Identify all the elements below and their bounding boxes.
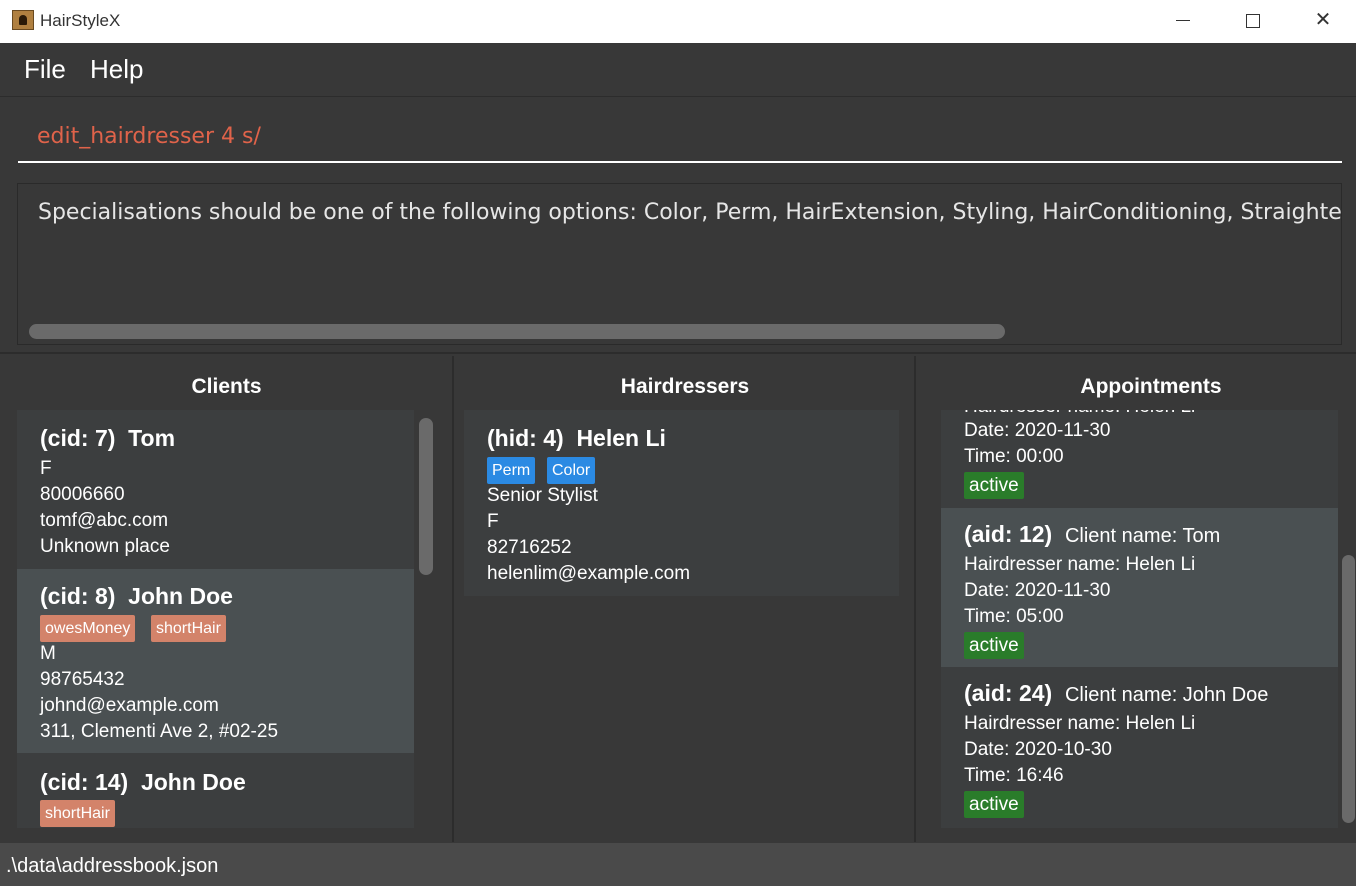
appointment-hairdresser: Hairdresser name: Helen Li: [964, 713, 1196, 734]
client-phone: 98765432: [40, 669, 125, 690]
result-horizontal-scrollbar[interactable]: [29, 324, 1005, 339]
appointment-card-selected[interactable]: (aid: 12) Client name: Tom Hairdresser n…: [941, 508, 1338, 667]
client-name: Tom: [128, 425, 176, 451]
menu-file[interactable]: File: [24, 54, 66, 85]
client-tag: owesMoney: [40, 615, 136, 642]
close-icon: ✕: [1314, 9, 1332, 31]
divider: [0, 352, 1360, 354]
client-name: John Doe: [128, 583, 233, 609]
command-input[interactable]: [18, 111, 1342, 163]
app-icon: [12, 10, 34, 30]
menu-bar: File Help: [0, 43, 1360, 97]
hairdresser-id: (hid: 4): [487, 425, 564, 451]
status-bar: .\data\addressbook.json: [0, 843, 1360, 886]
client-address: 311, Clementi Ave 2, #02-25: [40, 721, 279, 742]
window-title: HairStyleX: [40, 11, 121, 30]
appointment-client: Client name: John Doe: [1064, 684, 1269, 706]
clients-panel-title: Clients: [191, 375, 262, 398]
appointment-id: (aid: 12): [964, 521, 1053, 547]
client-header: (cid: 7) Tom: [40, 425, 175, 452]
result-display[interactable]: Specialisations should be one of the fol…: [17, 183, 1342, 345]
specialisation-tag: Color: [547, 457, 596, 484]
client-card[interactable]: (cid: 7) Tom F 80006660 tomf@abc.com Unk…: [17, 410, 414, 569]
client-gender: F: [40, 458, 52, 479]
appointment-hairdresser: Hairdresser name: Helen Li: [964, 410, 1195, 418]
client-email: johnd@example.com: [40, 695, 219, 716]
save-location: .\data\addressbook.json: [6, 855, 219, 877]
appointment-time: Time: 05:00: [964, 606, 1064, 627]
hairdresser-name: Helen Li: [576, 425, 666, 451]
appointment-header: (aid: 12) Client name: Tom: [964, 521, 1220, 548]
title-bar: HairStyleX ✕: [0, 0, 1360, 43]
appointment-list-scrollbar[interactable]: [1342, 555, 1355, 823]
client-address: Unknown place: [40, 536, 170, 557]
appointment-status: active: [964, 472, 1024, 499]
specialisation-tag: Perm: [487, 457, 536, 484]
app-window: HairStyleX ✕ File Help Specialisations s…: [0, 0, 1360, 886]
panel-separator: [914, 356, 916, 842]
client-card[interactable]: (cid: 14) John Doe shortHair: [17, 753, 414, 828]
client-tag: shortHair: [151, 615, 226, 642]
appointment-time: Time: 16:46: [964, 765, 1064, 786]
appointment-id: (aid: 24): [964, 680, 1053, 706]
hairdresser-list[interactable]: (hid: 4) Helen Li Perm Color Senior Styl…: [464, 410, 899, 596]
client-tag: shortHair: [40, 800, 115, 827]
appointments-panel-title: Appointments: [1080, 375, 1222, 398]
appointment-status: active: [964, 791, 1024, 818]
hairdresser-header: (hid: 4) Helen Li: [487, 425, 666, 452]
hairdresser-phone: 82716252: [487, 537, 572, 558]
appointment-date: Date: 2020-10-30: [964, 739, 1112, 760]
maximize-icon: [1246, 13, 1260, 28]
client-phone: 80006660: [40, 484, 125, 505]
client-list[interactable]: (cid: 7) Tom F 80006660 tomf@abc.com Unk…: [17, 410, 414, 828]
appointment-status: active: [964, 632, 1024, 659]
command-area: [0, 97, 1360, 177]
client-list-scrollbar[interactable]: [419, 418, 433, 575]
minimize-button[interactable]: [1148, 0, 1218, 43]
client-id: (cid: 7): [40, 425, 116, 451]
client-header: (cid: 14) John Doe: [40, 769, 246, 796]
window-edge: [1356, 43, 1360, 886]
appointment-header: (aid: 24) Client name: John Doe: [964, 680, 1268, 707]
client-header: (cid: 8) John Doe: [40, 583, 233, 610]
client-id: (cid: 8): [40, 583, 116, 609]
appointment-card[interactable]: Hairdresser name: Helen Li Date: 2020-11…: [941, 410, 1338, 508]
hairdresser-gender: F: [487, 511, 499, 532]
client-card-selected[interactable]: (cid: 8) John Doe owesMoney shortHair M …: [17, 569, 414, 753]
menu-help[interactable]: Help: [90, 54, 143, 85]
client-id: (cid: 14): [40, 769, 129, 795]
result-message: Specialisations should be one of the fol…: [38, 200, 1342, 225]
appointment-hairdresser: Hairdresser name: Helen Li: [964, 554, 1196, 575]
appointment-list[interactable]: Hairdresser name: Helen Li Date: 2020-11…: [941, 410, 1338, 828]
hairdresser-card[interactable]: (hid: 4) Helen Li Perm Color Senior Styl…: [464, 410, 899, 596]
hairdresser-email: helenlim@example.com: [487, 563, 691, 584]
panel-separator: [452, 356, 454, 842]
minimize-icon: [1176, 20, 1190, 22]
client-email: tomf@abc.com: [40, 510, 169, 531]
appointment-date: Date: 2020-11-30: [964, 420, 1111, 441]
client-gender: M: [40, 643, 56, 664]
appointment-card[interactable]: (aid: 24) Client name: John Doe Hairdres…: [941, 667, 1338, 828]
client-name: John Doe: [140, 769, 246, 795]
hairdresser-title: Senior Stylist: [487, 485, 598, 506]
close-button[interactable]: ✕: [1288, 0, 1358, 43]
appointment-client: Client name: Tom: [1064, 525, 1221, 547]
hairdressers-panel-title: Hairdressers: [620, 375, 750, 398]
appointment-time: Time: 00:00: [964, 446, 1064, 467]
appointment-date: Date: 2020-11-30: [964, 580, 1111, 601]
maximize-button[interactable]: [1218, 0, 1288, 43]
